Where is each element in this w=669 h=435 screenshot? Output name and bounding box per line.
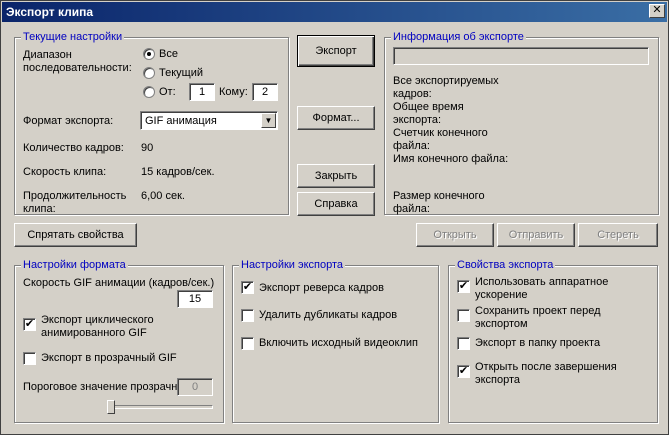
save-project-checkbox[interactable] [457,309,470,322]
close-icon[interactable]: ✕ [649,4,665,18]
from-input[interactable]: 1 [189,83,215,101]
current-settings-title: Текущие настройки [21,30,125,44]
range-label: Диапазон последовательности: [23,49,132,74]
close-button[interactable]: Закрыть [297,164,375,188]
format-select-value: GIF анимация [145,115,217,127]
radio-from[interactable] [143,86,155,98]
to-label: Кому: [219,86,248,98]
export-to-folder-checkbox[interactable] [457,337,470,350]
final-size-label: Размер конечного файла: [393,190,485,215]
gif-speed-input[interactable]: 15 [177,290,213,308]
duration-label: Продолжительность клипа: [23,190,127,215]
final-counter-label: Счетчик конечного файла: [393,127,488,152]
open-after-checkbox[interactable]: ✔ [457,365,470,378]
radio-all[interactable] [143,48,155,60]
hw-accel-checkbox[interactable]: ✔ [457,280,470,293]
frames-value: 90 [141,142,154,154]
threshold-slider-thumb[interactable] [107,400,115,414]
threshold-label: Пороговое значение прозрачн [23,381,177,393]
export-clip-dialog: Экспорт клипа ✕ Текущие настройки Диапаз… [0,0,669,435]
send-button[interactable]: Отправить [497,223,575,247]
total-time-label: Общее время экспорта: [393,101,464,126]
transparent-gif-checkbox[interactable] [23,352,36,365]
export-settings-title: Настройки экспорта [239,258,346,272]
loop-gif-label[interactable]: Экспорт циклического анимированного GIF [41,314,171,340]
window-title: Экспорт клипа [6,5,94,19]
help-button[interactable]: Справка [297,192,375,216]
include-source-checkbox[interactable] [241,337,254,350]
radio-all-label[interactable]: Все [159,48,178,61]
format-settings-title: Настройки формата [21,258,128,272]
erase-button[interactable]: Стереть [578,223,658,247]
all-frames-label: Все экспортируемых кадров: [393,75,499,100]
open-button[interactable]: Открыть [416,223,494,247]
title-bar[interactable]: Экспорт клипа ✕ [2,2,667,22]
chevron-down-icon[interactable]: ▼ [261,113,276,128]
to-input[interactable]: 2 [252,83,278,101]
export-to-folder-label[interactable]: Экспорт в папку проекта [475,337,600,350]
format-button[interactable]: Формат... [297,106,375,130]
format-select[interactable]: GIF анимация ▼ [140,111,278,130]
radio-current[interactable] [143,67,155,79]
duration-value: 6,00 сек. [141,190,185,202]
export-properties-title: Свойства экспорта [455,258,556,272]
radio-from-label[interactable]: От: [159,86,176,99]
export-progress-bar [393,47,649,65]
threshold-slider-track[interactable] [109,405,213,409]
dedupe-frames-checkbox[interactable] [241,309,254,322]
loop-gif-checkbox[interactable]: ✔ [23,318,36,331]
format-label: Формат экспорта: [23,115,114,127]
gif-speed-label: Скорость GIF анимации (кадров/сек.) [23,277,215,289]
final-name-label: Имя конечного файла: [393,153,509,165]
speed-label: Скорость клипа: [23,166,107,178]
dedupe-frames-label[interactable]: Удалить дубликаты кадров [259,309,397,322]
include-source-label[interactable]: Включить исходный видеоклип [259,337,418,350]
speed-value: 15 кадров/сек. [141,166,215,178]
hw-accel-label[interactable]: Использовать аппаратное ускорение [475,276,625,302]
radio-current-label[interactable]: Текущий [159,67,203,80]
threshold-input[interactable]: 0 [177,378,213,396]
transparent-gif-label[interactable]: Экспорт в прозрачный GIF [41,352,177,365]
reverse-frames-label[interactable]: Экспорт реверса кадров [259,282,384,295]
export-button[interactable]: Экспорт [297,35,375,67]
reverse-frames-checkbox[interactable]: ✔ [241,281,254,294]
open-after-label[interactable]: Открыть после завершения экспорта [475,361,625,387]
export-info-title: Информация об экспорте [391,30,526,44]
save-project-label[interactable]: Сохранить проект перед экспортом [475,305,625,331]
frames-label: Количество кадров: [23,142,124,154]
hide-properties-button[interactable]: Спрятать свойства [14,223,137,247]
